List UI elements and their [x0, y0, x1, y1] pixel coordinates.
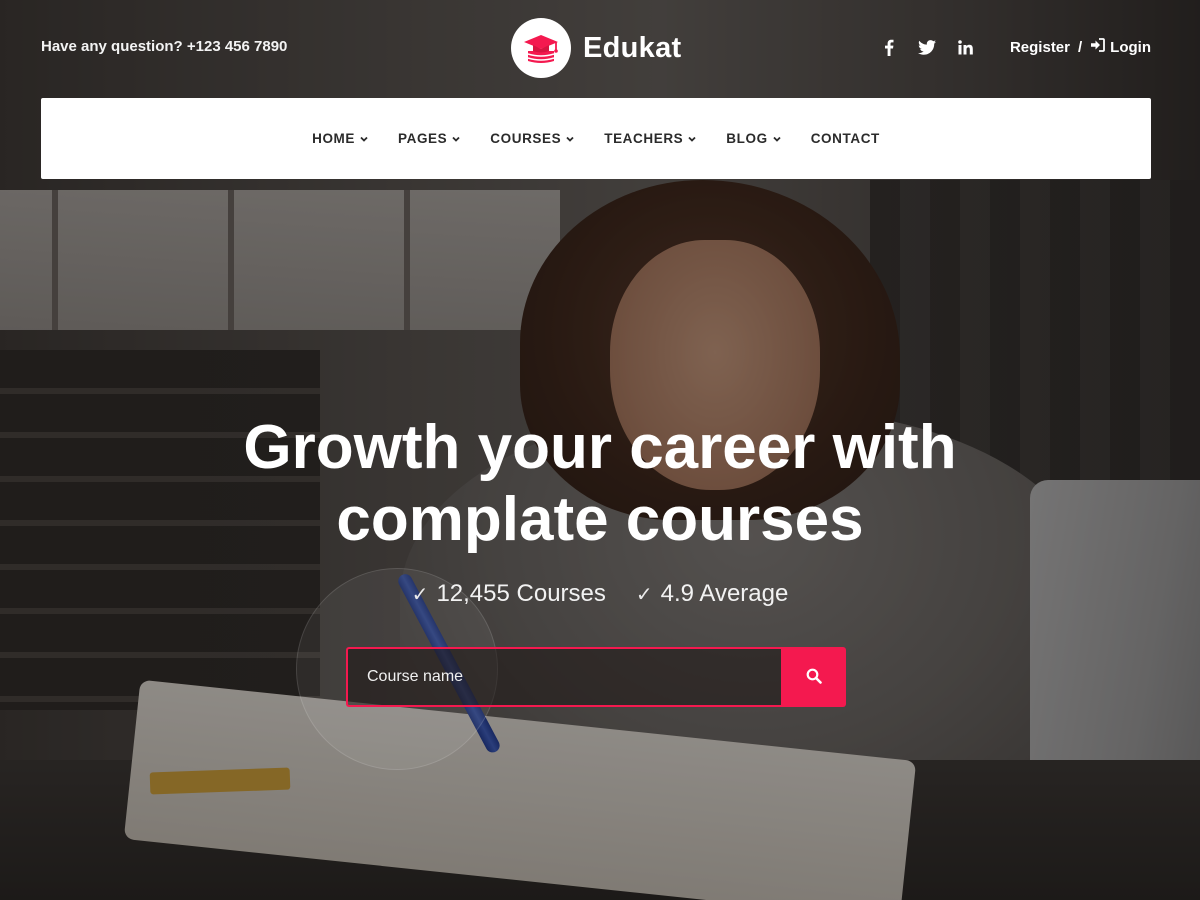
- auth-links: Register / Login: [1010, 38, 1151, 56]
- nav-item-contact[interactable]: CONTACT: [811, 131, 880, 146]
- facebook-icon[interactable]: [879, 36, 899, 58]
- register-link[interactable]: Register: [1010, 39, 1070, 56]
- nav-menu: HOME PAGES COURSES TEACHERS BLOG CONTACT: [312, 131, 880, 146]
- stat-courses-text: 12,455 Courses: [436, 580, 606, 607]
- chevron-down-icon: [773, 131, 781, 146]
- hero-section: Have any question? +123 456 7890 Edukat: [0, 0, 1200, 900]
- check-icon: ✓: [635, 583, 653, 606]
- login-label: Login: [1110, 38, 1151, 56]
- sign-in-icon: [1090, 38, 1106, 56]
- background-window: [0, 190, 560, 330]
- nav-item-label: CONTACT: [810, 131, 880, 146]
- stat-courses: ✓ 12,455 Courses: [412, 580, 606, 608]
- twitter-icon[interactable]: [917, 36, 937, 58]
- stat-rating-text: 4.9 Average: [660, 580, 789, 607]
- yellow-book: [149, 767, 291, 795]
- search-button[interactable]: [781, 647, 846, 707]
- course-search-form: [346, 647, 846, 707]
- graduation-cap-icon: [511, 18, 571, 78]
- hero-stats: ✓ 12,455 Courses ✓ 4.9 Average: [0, 580, 1200, 608]
- linkedin-icon[interactable]: [955, 36, 975, 58]
- nav-item-label: PAGES: [398, 131, 448, 146]
- nav-item-label: TEACHERS: [604, 131, 684, 146]
- background-window-bar: [228, 190, 234, 330]
- brand-name: Edukat: [583, 31, 682, 64]
- main-navigation: HOME PAGES COURSES TEACHERS BLOG CONTACT: [41, 98, 1151, 179]
- nav-item-label: BLOG: [726, 131, 768, 146]
- desk: [0, 760, 1200, 900]
- nav-item-teachers[interactable]: TEACHERS: [604, 131, 696, 146]
- open-book: [123, 679, 917, 900]
- contact-info: Have any question? +123 456 7890: [41, 38, 288, 55]
- headline-line-2: complate courses: [336, 485, 864, 554]
- nav-item-home[interactable]: HOME: [312, 131, 368, 146]
- nav-item-pages[interactable]: PAGES: [398, 131, 460, 146]
- chevron-down-icon: [688, 131, 696, 146]
- nav-item-label: HOME: [312, 131, 355, 146]
- login-link[interactable]: Login: [1090, 38, 1151, 56]
- brand-logo-link[interactable]: Edukat: [511, 18, 682, 78]
- nav-item-blog[interactable]: BLOG: [726, 131, 781, 146]
- auth-separator: /: [1078, 38, 1083, 56]
- chevron-down-icon: [360, 131, 368, 146]
- headline-line-1: Growth your career with: [243, 413, 957, 482]
- background-window-bar: [52, 190, 58, 330]
- hero-headline: Growth your career with complate courses: [0, 412, 1200, 556]
- stat-rating: ✓ 4.9 Average: [636, 580, 788, 608]
- chevron-down-icon: [566, 131, 574, 146]
- check-icon: ✓: [411, 583, 429, 606]
- background-window-bar: [404, 190, 410, 330]
- top-bar: Have any question? +123 456 7890 Edukat: [41, 18, 1151, 78]
- course-search-input[interactable]: [346, 647, 781, 707]
- chevron-down-icon: [452, 131, 460, 146]
- social-links: [879, 36, 975, 58]
- nav-item-label: COURSES: [490, 131, 562, 146]
- search-icon: [806, 668, 822, 687]
- nav-item-courses[interactable]: COURSES: [490, 131, 574, 146]
